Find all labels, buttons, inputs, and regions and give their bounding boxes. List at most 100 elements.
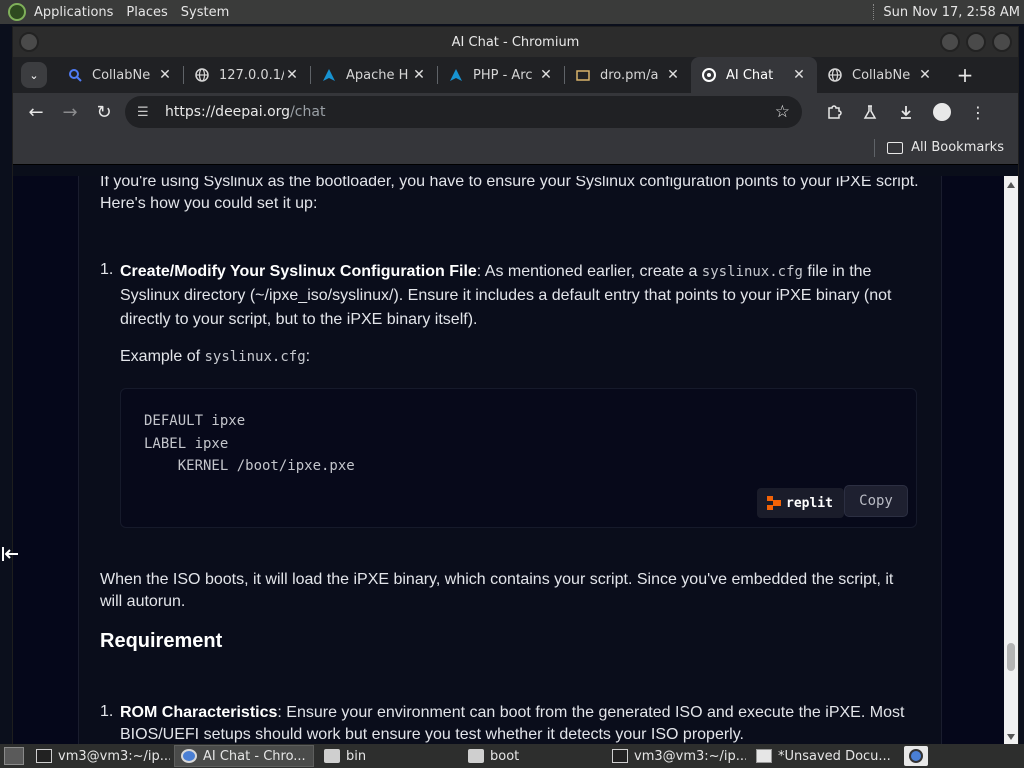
replit-button[interactable]: replit <box>757 488 844 518</box>
list-item-text: : As mentioned earlier, create a <box>476 263 702 280</box>
tab-title: CollabNe <box>852 67 911 83</box>
code-content[interactable]: DEFAULT ipxe LABEL ipxe KERNEL /boot/ipx… <box>144 410 355 478</box>
titlebar[interactable]: AI Chat - Chromium <box>13 27 1018 57</box>
close-tab-icon[interactable]: ✕ <box>411 67 427 83</box>
tab-collabnet-1[interactable]: CollabNe ✕ <box>57 57 183 93</box>
example-prefix: Example of <box>120 348 205 365</box>
close-tab-icon[interactable]: ✕ <box>665 67 681 83</box>
taskbar: vm3@vm3:~/ip... AI Chat - Chro... bin bo… <box>0 744 1024 768</box>
address-bar[interactable]: ☰ https://deepai.org /chat ☆ <box>125 96 802 128</box>
minimize-button[interactable] <box>940 32 960 52</box>
url-path: /chat <box>290 104 326 120</box>
maximize-button[interactable] <box>966 32 986 52</box>
tab-title: CollabNe <box>92 67 151 83</box>
browser-window: AI Chat - Chromium ⌄ CollabNe ✕ 127.0.0.… <box>12 26 1019 744</box>
section-heading: Requirement <box>100 630 223 652</box>
scroll-down-arrow-icon[interactable] <box>1007 734 1015 740</box>
browser-toolbar: ← → ↻ ☰ https://deepai.org /chat ☆ ⋮ <box>13 93 1018 131</box>
window-menu-icon[interactable] <box>19 32 39 52</box>
terminal-icon <box>36 749 52 763</box>
inline-code: syslinux.cfg <box>204 349 306 365</box>
tab-php[interactable]: PHP - Arc ✕ <box>438 57 564 93</box>
system-menu[interactable]: System <box>177 5 238 20</box>
deepai-favicon-icon <box>701 67 717 83</box>
tab-title: Apache H <box>346 67 409 83</box>
taskbar-item-bin[interactable]: bin <box>318 745 458 767</box>
close-window-button[interactable] <box>992 32 1012 52</box>
tab-title: AI Chat <box>726 67 774 83</box>
tab-localhost[interactable]: 127.0.0.1/ ✕ <box>184 57 310 93</box>
taskbar-item-chromium[interactable]: AI Chat - Chro... <box>174 745 314 767</box>
window-title: AI Chat - Chromium <box>451 34 580 50</box>
profile-avatar-icon[interactable] <box>924 95 960 129</box>
taskbar-item-terminal-1[interactable]: vm3@vm3:~/ip... <box>30 745 170 767</box>
download-icon[interactable] <box>888 95 924 129</box>
copy-code-button[interactable]: Copy <box>844 485 908 517</box>
taskbar-item-label: boot <box>490 748 520 764</box>
page-scrollbar[interactable] <box>1004 176 1018 744</box>
resize-handle-icon[interactable] <box>0 545 20 563</box>
site-info-icon[interactable]: ☰ <box>137 105 157 120</box>
tab-dropm[interactable]: dro.pm/a ✕ <box>565 57 691 93</box>
taskbar-item-label: bin <box>346 748 367 764</box>
list-item-title: ROM Characteristics <box>120 704 278 721</box>
arch-logo-icon <box>321 67 337 83</box>
page-content[interactable]: If you're using Syslinux as the bootload… <box>13 176 1018 744</box>
panel-separator <box>873 4 875 20</box>
scroll-up-arrow-icon[interactable] <box>1007 182 1015 188</box>
example-suffix: : <box>305 348 311 365</box>
taskbar-item-boot[interactable]: boot <box>462 745 602 767</box>
tab-title: 127.0.0.1/ <box>219 67 284 83</box>
list-item-config: Create/Modify Your Syslinux Configuratio… <box>120 260 920 332</box>
taskbar-item-editor[interactable]: *Unsaved Docu... <box>750 745 890 767</box>
scrollbar-thumb[interactable] <box>1007 643 1015 671</box>
taskbar-item-label: vm3@vm3:~/ip... <box>634 748 746 764</box>
text-editor-icon <box>756 749 772 763</box>
distro-logo-icon[interactable] <box>8 3 26 21</box>
clock[interactable]: Sun Nov 17, 2:58 AM <box>883 5 1024 20</box>
list-number: 1. <box>100 261 114 278</box>
reload-button[interactable]: ↻ <box>87 95 121 129</box>
code-block[interactable]: DEFAULT ipxe LABEL ipxe KERNEL /boot/ipx… <box>120 388 917 528</box>
list-number: 1. <box>100 703 114 720</box>
example-label: Example of syslinux.cfg: <box>120 346 310 368</box>
labs-flask-icon[interactable] <box>852 95 888 129</box>
tab-title: PHP - Arc <box>473 67 533 83</box>
folder-icon <box>468 749 484 763</box>
list-item-rom: ROM Characteristics: Ensure your environ… <box>120 702 920 744</box>
new-tab-button[interactable]: + <box>951 61 979 89</box>
taskbar-item-label: AI Chat - Chro... <box>203 748 306 764</box>
bookmark-star-icon[interactable]: ☆ <box>775 102 790 122</box>
globe-icon <box>827 67 843 83</box>
taskbar-item-terminal-2[interactable]: vm3@vm3:~/ip... <box>606 745 746 767</box>
applications-menu[interactable]: Applications <box>30 5 122 20</box>
replit-label: replit <box>786 495 833 511</box>
tab-ai-chat[interactable]: AI Chat ✕ <box>691 57 817 93</box>
search-favicon-icon <box>67 67 83 83</box>
bookmarks-bar: All Bookmarks <box>13 131 1018 165</box>
tab-collabnet-2[interactable]: CollabNe ✕ <box>817 57 943 93</box>
kebab-menu-icon[interactable]: ⋮ <box>960 95 996 129</box>
top-panel: Applications Places System Sun Nov 17, 2… <box>0 0 1024 24</box>
places-menu[interactable]: Places <box>122 5 176 20</box>
tray-chromium-icon[interactable] <box>904 746 928 766</box>
taskbar-item-label: *Unsaved Docu... <box>778 748 890 764</box>
all-bookmarks-button[interactable]: All Bookmarks <box>911 140 1004 155</box>
close-tab-icon[interactable]: ✕ <box>284 67 300 83</box>
tab-apache[interactable]: Apache H ✕ <box>311 57 437 93</box>
replit-logo-icon <box>767 496 781 510</box>
close-tab-icon[interactable]: ✕ <box>791 67 807 83</box>
list-item-title: Create/Modify Your Syslinux Configuratio… <box>120 263 477 280</box>
tab-title: dro.pm/a <box>600 67 659 83</box>
show-desktop-icon[interactable] <box>4 747 24 765</box>
forward-button[interactable]: → <box>53 95 87 129</box>
tab-search-button[interactable]: ⌄ <box>21 62 47 88</box>
back-button[interactable]: ← <box>19 95 53 129</box>
close-tab-icon[interactable]: ✕ <box>917 67 933 83</box>
close-tab-icon[interactable]: ✕ <box>538 67 554 83</box>
chromium-icon <box>181 749 197 763</box>
result-paragraph: When the ISO boots, it will load the iPX… <box>100 571 894 610</box>
extensions-puzzle-icon[interactable] <box>816 95 852 129</box>
intro-paragraph: If you're using Syslinux as the bootload… <box>100 176 919 212</box>
close-tab-icon[interactable]: ✕ <box>157 67 173 83</box>
